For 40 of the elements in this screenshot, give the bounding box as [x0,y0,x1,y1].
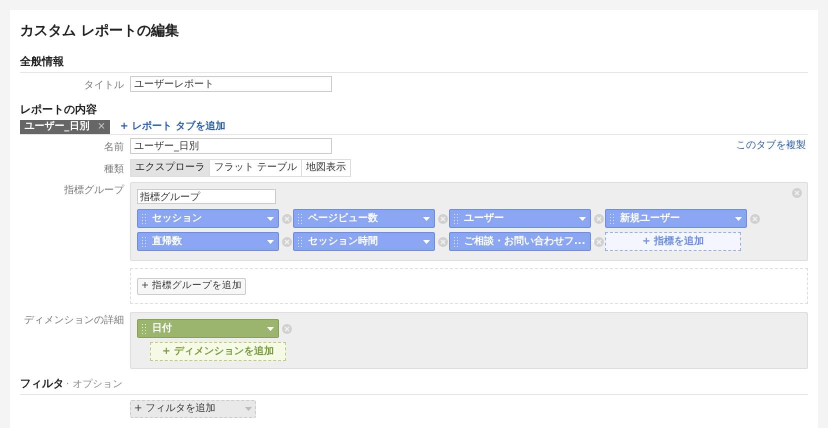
field-label: ディメンションの詳細 [24,315,124,326]
duplicate-tab-link[interactable]: このタブを複製 [736,140,808,152]
add-filter-dropdown[interactable]: + フィルタを追加 [130,400,256,418]
caret-icon [267,240,274,244]
remove-icon[interactable] [282,236,292,246]
add-dimension-button[interactable]: + ディメンションを追加 [150,342,286,361]
caret-icon [423,216,430,220]
caret-icon [267,326,274,330]
remove-icon[interactable] [282,214,292,224]
name-field[interactable]: ユーザー_日別 [130,138,332,154]
field-label: タイトル [84,80,124,90]
section-heading: 全般情報 [20,55,64,68]
type-tab[interactable]: 地図表示 [301,159,352,177]
type-tab[interactable]: フラット テーブル [209,159,302,177]
caret-icon [735,216,742,220]
section-heading: レポートの内容 [20,103,97,116]
caret-icon [267,216,274,220]
add-tab-link[interactable]: + レポート タブを追加 [120,121,226,134]
type-tab[interactable]: エクスプローラ [130,159,210,177]
title-field[interactable]: ユーザーレポート [130,76,332,92]
remove-icon[interactable] [594,214,604,224]
add-metric-button[interactable]: + 指標を追加 [605,232,741,251]
optional-note: · オプション [66,379,122,391]
remove-icon[interactable] [438,214,448,224]
group-name-field[interactable]: 指標グループ [137,189,276,204]
page-title: カスタム レポートの編集 [20,22,180,40]
caret-icon [423,240,430,244]
caret-icon [245,407,252,411]
field-label: 種類 [104,164,124,174]
report-tab[interactable]: ユーザー_日別 × [20,120,110,134]
remove-icon[interactable] [594,236,604,246]
section-heading: フィルタ [20,378,64,390]
field-label: 名前 [104,142,124,152]
field-label: 指標グループ [64,185,124,196]
remove-icon[interactable] [792,188,802,198]
caret-icon [579,216,586,220]
remove-icon[interactable] [282,324,292,334]
add-group-button[interactable]: + 指標グループを追加 [137,278,246,294]
remove-icon[interactable] [438,236,448,246]
remove-icon[interactable] [750,214,760,224]
